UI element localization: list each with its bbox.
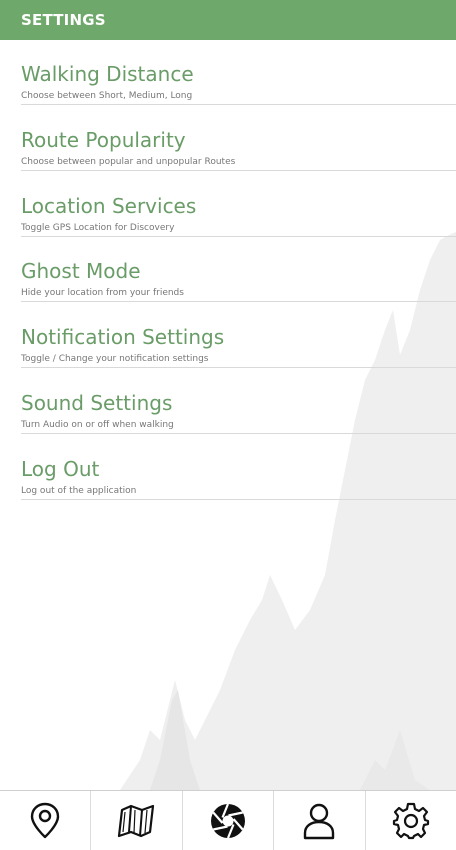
divider [21, 170, 456, 171]
menu-item-description: Toggle GPS Location for Discovery [21, 223, 175, 233]
menu-item-title: Sound Settings [21, 391, 173, 415]
menu-item-title: Walking Distance [21, 62, 194, 86]
divider [21, 301, 456, 302]
divider [21, 236, 456, 237]
menu-item-notification-settings[interactable]: Notification Settings Toggle / Change yo… [21, 325, 456, 387]
menu-item-log-out[interactable]: Log Out Log out of the application [21, 457, 456, 519]
nav-map-button[interactable] [90, 791, 181, 850]
nav-location-button[interactable] [0, 791, 90, 850]
divider [21, 367, 456, 368]
menu-item-title: Location Services [21, 194, 197, 218]
profile-icon [304, 803, 335, 839]
nav-camera-button[interactable] [181, 791, 273, 850]
menu-item-description: Turn Audio on or off when walking [21, 420, 174, 430]
menu-item-description: Hide your location from your friends [21, 288, 184, 298]
divider [21, 499, 456, 500]
nav-profile-button[interactable] [273, 791, 364, 850]
menu-item-description: Choose between popular and unpopular Rou… [21, 157, 236, 167]
app-header: SETTINGS [0, 0, 456, 40]
menu-item-sound-settings[interactable]: Sound Settings Turn Audio on or off when… [21, 391, 456, 453]
menu-item-description: Choose between Short, Medium, Long [21, 91, 193, 101]
map-icon [117, 804, 154, 837]
menu-item-ghost-mode[interactable]: Ghost Mode Hide your location from your … [21, 259, 456, 321]
divider [21, 104, 456, 105]
nav-settings-button[interactable] [364, 791, 456, 850]
menu-item-title: Ghost Mode [21, 259, 141, 283]
page-title: SETTINGS [21, 11, 106, 29]
location-pin-icon [31, 802, 60, 838]
menu-item-description: Toggle / Change your notification settin… [21, 354, 209, 364]
gear-icon [392, 802, 429, 839]
bottom-nav-bar [0, 790, 456, 850]
camera-aperture-icon [211, 803, 246, 838]
menu-item-title: Notification Settings [21, 325, 225, 349]
menu-item-walking-distance[interactable]: Walking Distance Choose between Short, M… [21, 62, 456, 124]
menu-item-title: Log Out [21, 457, 100, 481]
divider [21, 433, 456, 434]
menu-item-location-services[interactable]: Location Services Toggle GPS Location fo… [21, 194, 456, 256]
menu-item-route-popularity[interactable]: Route Popularity Choose between popular … [21, 128, 456, 190]
menu-item-title: Route Popularity [21, 128, 186, 152]
menu-item-description: Log out of the application [21, 486, 137, 496]
